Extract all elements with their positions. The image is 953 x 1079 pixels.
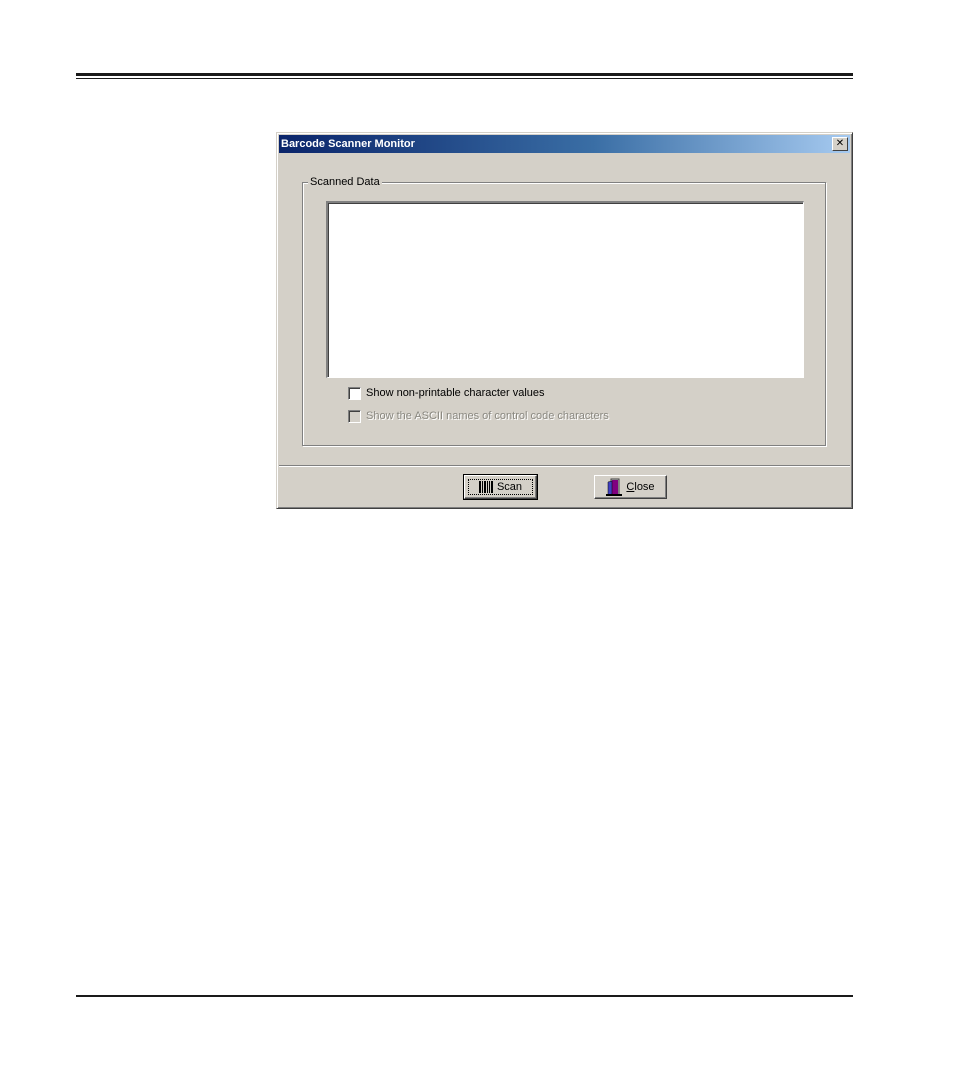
scanned-data-label: Scanned Data bbox=[308, 175, 382, 189]
page-rule-bottom bbox=[76, 995, 853, 997]
show-nonprintable-option[interactable]: Show non-printable character values bbox=[348, 385, 545, 401]
scanned-data-textbox[interactable] bbox=[326, 201, 804, 378]
show-ascii-names-label: Show the ASCII names of control code cha… bbox=[366, 410, 609, 422]
button-bar-separator bbox=[279, 465, 850, 467]
title-bar[interactable]: Barcode Scanner Monitor ✕ bbox=[279, 135, 850, 153]
page-rule-top-thin bbox=[76, 78, 853, 79]
close-icon: ✕ bbox=[835, 138, 845, 149]
door-exit-icon bbox=[606, 478, 623, 496]
close-window-button[interactable]: ✕ bbox=[832, 137, 848, 151]
barcode-scanner-monitor-dialog: Barcode Scanner Monitor ✕ Scanned Data S… bbox=[276, 132, 853, 509]
focus-rect bbox=[468, 479, 533, 495]
close-button[interactable]: Close bbox=[594, 475, 667, 499]
show-ascii-names-checkbox bbox=[348, 409, 361, 423]
close-button-label: Close bbox=[626, 481, 655, 493]
show-ascii-names-option: Show the ASCII names of control code cha… bbox=[348, 408, 609, 424]
scan-button[interactable]: Scan bbox=[463, 474, 538, 500]
show-nonprintable-label: Show non-printable character values bbox=[366, 387, 545, 399]
window-title: Barcode Scanner Monitor bbox=[281, 138, 415, 150]
show-nonprintable-checkbox[interactable] bbox=[348, 386, 361, 400]
page-rule-top bbox=[76, 73, 853, 76]
scanned-data-group: Scanned Data Show non-printable characte… bbox=[302, 175, 826, 446]
